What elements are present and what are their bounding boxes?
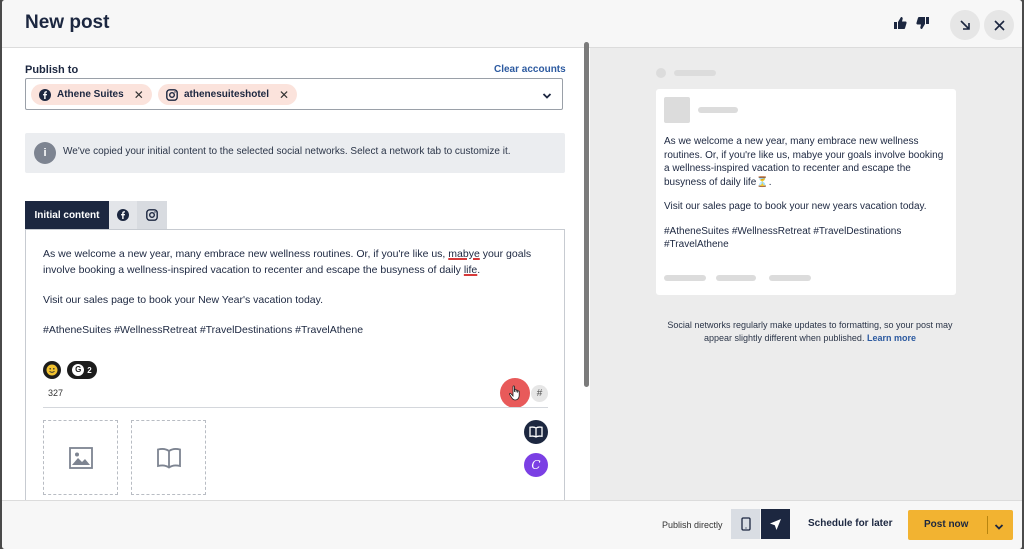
book-icon [156,447,181,469]
hashtag-button[interactable]: # [531,385,548,402]
tab-facebook[interactable] [109,201,137,229]
post-preview-card: As we welcome a new year, many embrace n… [656,89,956,295]
editor-divider [43,407,548,408]
network-tabs: Initial content [25,201,167,229]
preview-skeleton [769,275,811,281]
preview-avatar-placeholder [664,97,690,123]
smiley-icon [46,364,58,376]
clear-accounts-link[interactable]: Clear accounts [494,64,566,75]
button-separator [987,516,988,534]
minimize-button[interactable] [950,10,980,40]
preview-paragraph-1: As we welcome a new year, many embrace n… [664,136,944,188]
canva-button[interactable]: C [524,453,548,477]
image-icon [68,446,93,469]
close-icon [993,19,1005,31]
post-paragraph-2: Visit our sales page to book your New Ye… [43,294,324,306]
preview-skeleton [674,70,716,76]
grammarly-button[interactable]: G 2 [67,361,97,379]
remove-account-icon[interactable]: ✕ [134,88,144,102]
post-hashtags: #AtheneSuites #WellnessRetreat #TravelDe… [43,324,364,336]
preview-text: As we welcome a new year, many embrace n… [664,135,950,263]
post-text-area[interactable]: As we welcome a new year, many embrace n… [43,246,548,352]
instagram-icon [146,209,158,221]
tab-initial-content[interactable]: Initial content [25,201,109,229]
preview-skeleton [664,275,706,281]
send-icon [770,518,781,530]
hand-cursor-icon [509,385,520,401]
schedule-for-later-button[interactable]: Schedule for later [808,518,892,529]
post-now-label: Post now [924,519,969,530]
account-chip-facebook: Athene Suites ✕ [31,84,152,105]
preview-panel: As we welcome a new year, many embrace n… [590,48,1022,500]
misspelled-word[interactable]: mabye [448,248,480,260]
remove-account-icon[interactable]: ✕ [279,88,289,102]
facebook-icon [39,88,51,101]
post-paragraph-1: As we welcome a new year, many embrace n… [43,248,532,276]
grammarly-icon: G [72,364,85,376]
instagram-icon [166,88,178,101]
add-image-button[interactable] [43,420,118,495]
direct-publish-toggle[interactable] [761,509,790,539]
character-count: 327 [48,388,64,398]
page-title: New post [25,12,110,33]
grammarly-count: 2 [87,365,92,375]
phone-icon [740,517,751,531]
preview-skeleton [716,275,756,281]
emoji-button[interactable] [43,361,61,379]
info-banner-text: We've copied your initial content to the… [63,146,511,157]
account-chip-instagram: athenesuiteshotel ✕ [158,84,298,105]
account-chip-label: athenesuiteshotel [184,89,270,100]
facebook-icon [117,209,129,221]
learn-more-link[interactable]: Learn more [867,333,916,343]
modal-header: New post [2,0,1022,48]
preview-disclaimer: Social networks regularly make updates t… [660,319,960,345]
composer-scrollbar[interactable] [584,42,589,387]
content-library-button[interactable] [524,420,548,444]
mobile-publish-toggle[interactable] [731,509,760,539]
account-chip-label: Athene Suites [57,89,124,100]
info-banner: i We've copied your initial content to t… [25,133,565,173]
canva-icon: C [531,458,541,472]
account-selector[interactable]: Athene Suites ✕ athenesuiteshotel ✕ [25,78,563,110]
ai-assist-button[interactable] [500,378,530,408]
add-media-library-button[interactable] [131,420,206,495]
preview-skeleton [698,107,738,113]
post-now-button[interactable]: Post now [908,510,1013,540]
close-button[interactable] [984,10,1014,40]
info-icon: i [34,142,56,164]
publish-to-label: Publish to [25,64,79,76]
chevron-down-icon[interactable] [994,519,1004,537]
publish-directly-label: Publish directly [662,520,723,530]
post-editor[interactable]: As we welcome a new year, many embrace n… [25,229,565,500]
preview-hashtags: #AtheneSuites #WellnessRetreat #TravelDe… [664,225,902,251]
chevron-down-icon[interactable] [542,88,552,106]
thumbs-down-icon[interactable] [915,16,931,32]
thumbs-up-icon[interactable] [892,16,908,32]
misspelled-word[interactable]: life [464,264,477,276]
arrow-down-right-icon [960,20,970,30]
modal-footer: Publish directly Schedule for later Post… [2,500,1022,549]
book-icon [529,426,543,438]
composer-panel: Publish to Clear accounts Athene Suites … [2,48,588,500]
tab-instagram[interactable] [137,201,167,229]
preview-skeleton [656,68,666,78]
new-post-modal: New post Publish to Clear accounts Athen… [2,0,1022,549]
preview-paragraph-2: Visit our sales page to book your new ye… [664,201,927,212]
